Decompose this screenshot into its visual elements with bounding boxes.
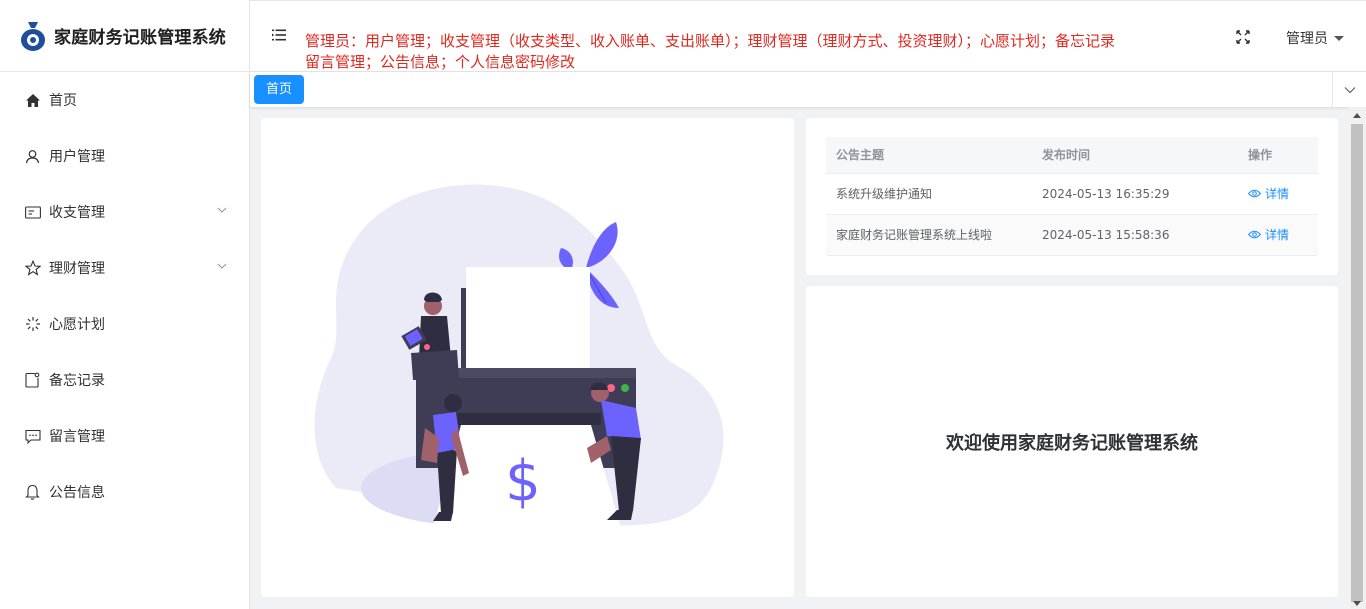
menu-toggle-icon[interactable] xyxy=(272,29,286,41)
notice-action-cell: 详情 xyxy=(1238,173,1318,215)
sidebar-item-label: 首页 xyxy=(49,93,77,109)
sidebar-item-messages[interactable]: 留言管理 xyxy=(0,408,249,464)
chevron-down-icon xyxy=(1344,86,1355,93)
notice-time: 2024-05-13 16:35:29 xyxy=(1032,173,1238,215)
svg-text:$: $ xyxy=(505,449,541,514)
sidebar: 家庭财务记账管理系统 首页 用户管理 收支管理 理财管理 心愿计划 备忘记录 留… xyxy=(0,0,250,609)
sidebar-item-label: 备忘记录 xyxy=(49,373,105,389)
memo-icon xyxy=(24,372,41,389)
document-icon xyxy=(24,204,41,221)
sidebar-item-label: 用户管理 xyxy=(49,149,105,165)
sidebar-menu: 首页 用户管理 收支管理 理财管理 心愿计划 备忘记录 留言管理 公告信息 xyxy=(0,72,249,520)
notice-line-1: 管理员：用户管理；收支管理（收支类型、收入账单、支出账单）；理财管理（理财方式、… xyxy=(305,32,1116,50)
role-permissions-notice: 管理员：用户管理；收支管理（收支类型、收入账单、支出账单）；理财管理（理财方式、… xyxy=(305,31,1205,73)
sidebar-item-announcements[interactable]: 公告信息 xyxy=(0,464,249,520)
tag-home[interactable]: 首页 xyxy=(254,75,305,104)
scrollbar-thumb[interactable] xyxy=(1351,124,1363,602)
bell-icon xyxy=(24,484,41,501)
home-icon xyxy=(24,92,41,109)
finance-illustration: $ xyxy=(314,184,724,528)
illustration-card: $ xyxy=(261,118,794,597)
notice-time: 2024-05-13 15:58:36 xyxy=(1032,214,1238,256)
column-header-action: 操作 xyxy=(1238,137,1318,174)
table-row: 家庭财务记账管理系统上线啦 2024-05-13 15:58:36 详情 xyxy=(826,214,1318,256)
loading-icon xyxy=(24,316,41,333)
eye-icon xyxy=(1248,189,1261,198)
app-title: 家庭财务记账管理系统 xyxy=(54,28,226,48)
announcements-table: 公告主题 发布时间 操作 系统升级维护通知 2024-05-13 16:35:2… xyxy=(826,137,1318,256)
sidebar-item-users[interactable]: 用户管理 xyxy=(0,128,249,184)
detail-link[interactable]: 详情 xyxy=(1248,185,1289,202)
notice-title: 系统升级维护通知 xyxy=(826,173,1032,215)
notice-title: 家庭财务记账管理系统上线啦 xyxy=(826,214,1032,256)
detail-link-label: 详情 xyxy=(1265,228,1290,242)
user-icon xyxy=(24,148,41,165)
table-row: 系统升级维护通知 2024-05-13 16:35:29 详情 xyxy=(826,173,1318,215)
scroll-down-arrow-icon[interactable] xyxy=(1353,601,1361,606)
column-header-time: 发布时间 xyxy=(1032,137,1238,174)
detail-link-label: 详情 xyxy=(1265,187,1290,201)
announcements-card: 公告主题 发布时间 操作 系统升级维护通知 2024-05-13 16:35:2… xyxy=(806,118,1338,275)
top-header: 管理员：用户管理；收支管理（收支类型、收入账单、支出账单）；理财管理（理财方式、… xyxy=(250,0,1366,72)
table-header-row: 公告主题 发布时间 操作 xyxy=(826,137,1318,174)
scroll-up-arrow-icon[interactable] xyxy=(1353,113,1361,118)
chat-icon xyxy=(24,428,41,445)
eye-icon xyxy=(1248,230,1261,239)
sidebar-item-label: 留言管理 xyxy=(49,429,105,445)
notice-action-cell: 详情 xyxy=(1238,214,1318,256)
detail-link[interactable]: 详情 xyxy=(1248,226,1289,243)
sidebar-item-label: 心愿计划 xyxy=(49,317,105,333)
sidebar-item-label: 收支管理 xyxy=(49,205,105,221)
user-name: 管理员 xyxy=(1286,31,1328,47)
welcome-card: 欢迎使用家庭财务记账管理系统 xyxy=(806,286,1338,597)
content-scrollbar[interactable] xyxy=(1349,107,1366,609)
sidebar-item-income-expense[interactable]: 收支管理 xyxy=(0,184,249,240)
sidebar-item-label: 理财管理 xyxy=(49,261,105,277)
chevron-down-icon xyxy=(217,263,227,269)
chevron-down-icon xyxy=(217,207,227,213)
logo[interactable]: 家庭财务记账管理系统 xyxy=(0,0,249,72)
star-icon xyxy=(24,260,41,277)
notice-line-2: 留言管理；公告信息；个人信息密码修改 xyxy=(305,53,576,71)
welcome-message: 欢迎使用家庭财务记账管理系统 xyxy=(946,432,1198,454)
fullscreen-icon[interactable] xyxy=(1236,30,1250,44)
money-bag-logo-icon xyxy=(21,21,45,51)
caret-down-icon xyxy=(1334,35,1344,41)
user-dropdown[interactable]: 管理员 xyxy=(1286,28,1344,48)
tags-view-bar: 首页 xyxy=(250,72,1366,107)
sidebar-item-home[interactable]: 首页 xyxy=(0,72,249,128)
sidebar-item-label: 公告信息 xyxy=(49,485,105,501)
sidebar-item-finance[interactable]: 理财管理 xyxy=(0,240,249,296)
sidebar-item-memo[interactable]: 备忘记录 xyxy=(0,352,249,408)
tags-more-button[interactable] xyxy=(1332,72,1366,107)
column-header-title: 公告主题 xyxy=(826,137,1032,174)
sidebar-item-wish-plan[interactable]: 心愿计划 xyxy=(0,296,249,352)
app-root: 家庭财务记账管理系统 首页 用户管理 收支管理 理财管理 心愿计划 备忘记录 留… xyxy=(0,0,1366,609)
